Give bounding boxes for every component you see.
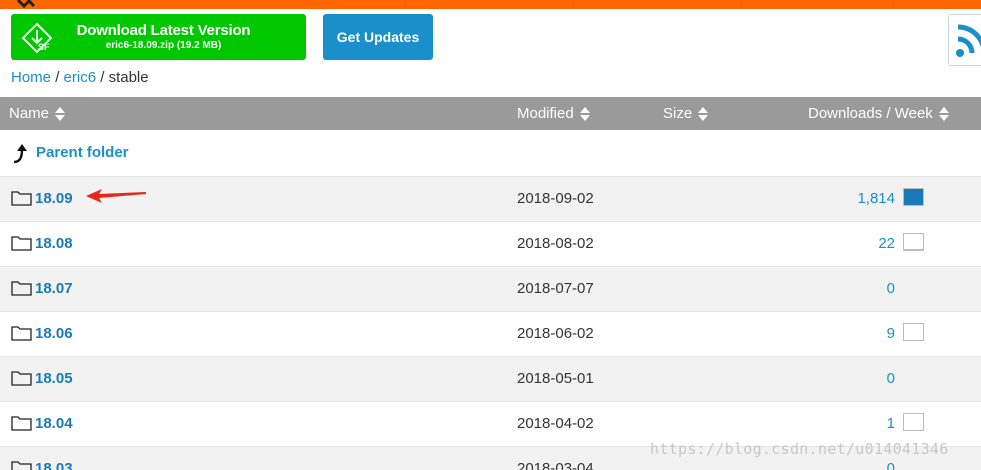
sparkline-fill [904,249,923,250]
sparkline-fill [904,189,923,205]
column-header-size[interactable]: Size [663,97,709,130]
breadcrumb-project[interactable]: eric6 [64,69,97,86]
downloads-sparkline [903,233,924,251]
parent-folder-link[interactable]: Parent folder [36,144,129,161]
downloads-count[interactable]: 0 [887,370,895,387]
nav-divider [573,0,574,9]
modified-date: 2018-04-02 [517,415,594,432]
annotation-arrow-icon [86,189,146,203]
table-row[interactable]: 18.08 2018-08-02 22 [0,221,981,266]
folder-name-link[interactable]: 18.04 [35,415,73,432]
up-arrow-icon [13,144,27,164]
downloads-count[interactable]: 1,814 [857,190,895,207]
folder-icon [11,236,32,251]
rss-icon [956,24,981,57]
downloads-count[interactable]: 9 [887,325,895,342]
sf-logo-icon[interactable] [14,0,40,8]
folder-name-link[interactable]: 18.08 [35,235,73,252]
modified-date: 2018-09-02 [517,190,594,207]
column-header-downloads[interactable]: Downloads / Week [808,97,949,130]
file-list: 18.09 2018-09-02 1,814 18.08 2018-08-02 … [0,176,981,470]
breadcrumb-home[interactable]: Home [11,69,51,86]
folder-icon [11,371,32,386]
folder-name-link[interactable]: 18.07 [35,280,73,297]
download-title: Download Latest Version [76,22,251,39]
downloads-count[interactable]: 0 [887,280,895,297]
folder-name-link[interactable]: 18.09 [35,190,73,207]
sort-icon [938,106,949,122]
sort-icon [579,106,590,122]
column-header-label: Size [663,105,693,122]
folder-icon [11,326,32,341]
sort-icon [698,106,709,122]
download-subtitle: eric6-18.09.zip (19.2 MB) [105,40,222,51]
table-row[interactable]: 18.05 2018-05-01 0 [0,356,981,401]
column-header-label: Name [9,105,50,122]
downloads-count[interactable]: 1 [887,415,895,432]
modified-date: 2018-06-02 [517,325,594,342]
downloads-sparkline [903,323,924,341]
nav-divider [893,0,894,9]
folder-name-link[interactable]: 18.06 [35,325,73,342]
column-header-name[interactable]: Name [9,97,66,130]
folder-name-link[interactable]: 18.05 [35,370,73,387]
modified-date: 2018-03-04 [517,460,594,470]
column-header-label: Modified [517,105,574,122]
folder-icon [11,281,32,296]
rss-button[interactable] [948,14,981,66]
sort-icon [55,106,66,122]
modified-date: 2018-08-02 [517,235,594,252]
breadcrumb: Home / eric6 / stable [11,69,149,86]
top-nav-bar [0,0,981,9]
table-row[interactable]: 18.07 2018-07-07 0 [0,266,981,311]
nav-divider [405,0,406,9]
downloads-count[interactable]: 0 [887,460,895,470]
modified-date: 2018-05-01 [517,370,594,387]
breadcrumb-separator: / [100,69,105,86]
watermark: https://blog.csdn.net/u014041346 [650,440,949,458]
download-latest-button[interactable]: SF Download Latest Version eric6-18.09.z… [11,14,306,60]
get-updates-button[interactable]: Get Updates [323,14,433,60]
folder-icon [11,461,32,470]
column-header-label: Downloads / Week [808,105,933,122]
folder-icon [11,416,32,431]
column-header-modified[interactable]: Modified [517,97,590,130]
table-row[interactable]: 18.06 2018-06-02 9 [0,311,981,356]
nav-divider [741,0,742,9]
folder-name-link[interactable]: 18.03 [35,460,73,470]
table-header: Name Modified Size Downloads / Week [0,97,981,130]
downloads-sparkline [903,188,924,206]
downloads-sparkline [903,413,924,431]
modified-date: 2018-07-07 [517,280,594,297]
parent-folder-row[interactable]: Parent folder [0,130,981,176]
folder-icon [11,191,32,206]
breadcrumb-current: stable [108,69,149,86]
downloads-count[interactable]: 22 [878,235,895,252]
breadcrumb-separator: / [55,69,60,86]
